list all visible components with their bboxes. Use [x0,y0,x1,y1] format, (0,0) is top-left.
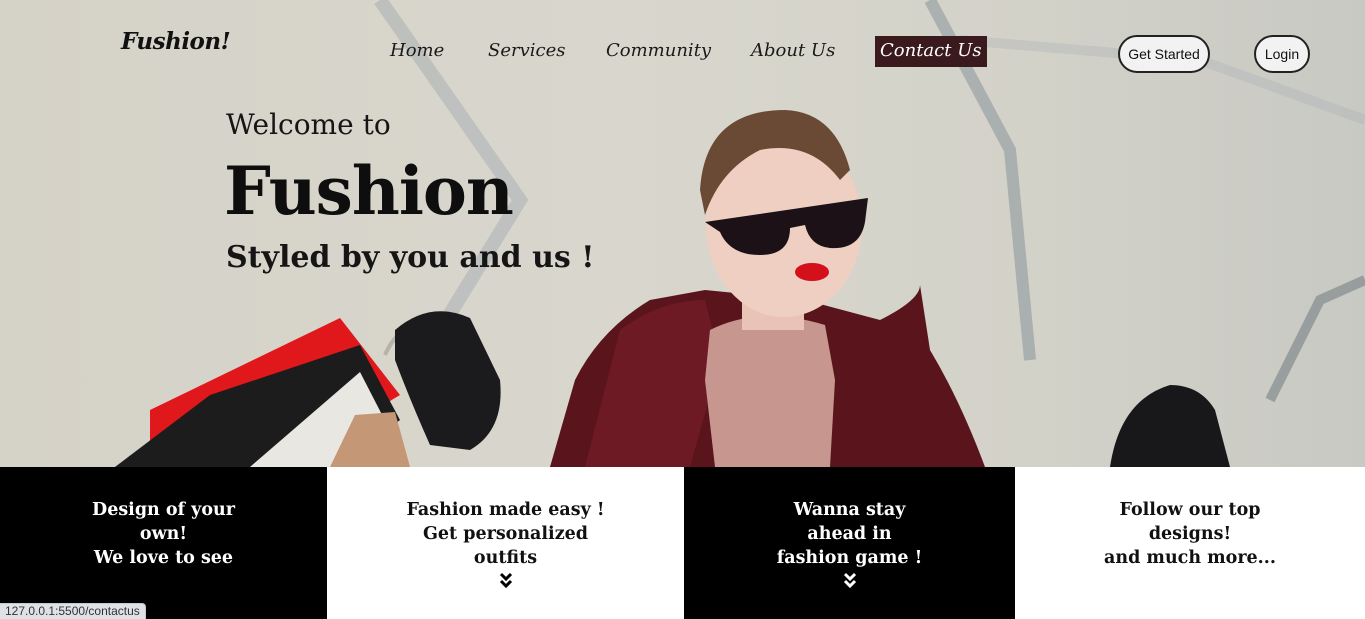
double-chevron-down-icon[interactable] [843,572,857,590]
feature-tile-easy: Fashion made easy ! Get personalized out… [327,467,684,619]
feature-tile-text: Design of your own! We love to see [92,500,235,568]
login-button[interactable]: Login [1254,35,1310,73]
hero-tagline: Styled by you and us ! [226,240,595,275]
feature-tile-text: Wanna stay ahead in fashion game ! [776,500,923,568]
nav-home-link[interactable]: Home [390,40,444,61]
status-bar-url: 127.0.0.1:5500/contactus [0,603,146,619]
nav-services-link[interactable]: Services [488,40,565,61]
nav-about-link[interactable]: About Us [751,40,835,61]
feature-tile-text: Fashion made easy ! Get personalized out… [406,500,605,568]
hero-title: Fushion [224,152,514,230]
nav-community-link[interactable]: Community [606,40,711,61]
feature-tile-follow: Follow our top designs! and much more... [1015,467,1365,619]
nav-contact-link[interactable]: Contact Us [875,36,987,67]
feature-tile-text: Follow our top designs! and much more... [1104,500,1276,568]
get-started-button[interactable]: Get Started [1118,35,1210,73]
hero-welcome-text: Welcome to [226,108,391,141]
hero-banner: Fushion! Home Services Community About U… [0,0,1365,467]
double-chevron-down-icon[interactable] [499,572,513,590]
feature-strip: Design of your own! We love to see Fashi… [0,467,1365,619]
feature-tile-design: Design of your own! We love to see [0,467,327,619]
feature-tile-ahead: Wanna stay ahead in fashion game ! [684,467,1015,619]
